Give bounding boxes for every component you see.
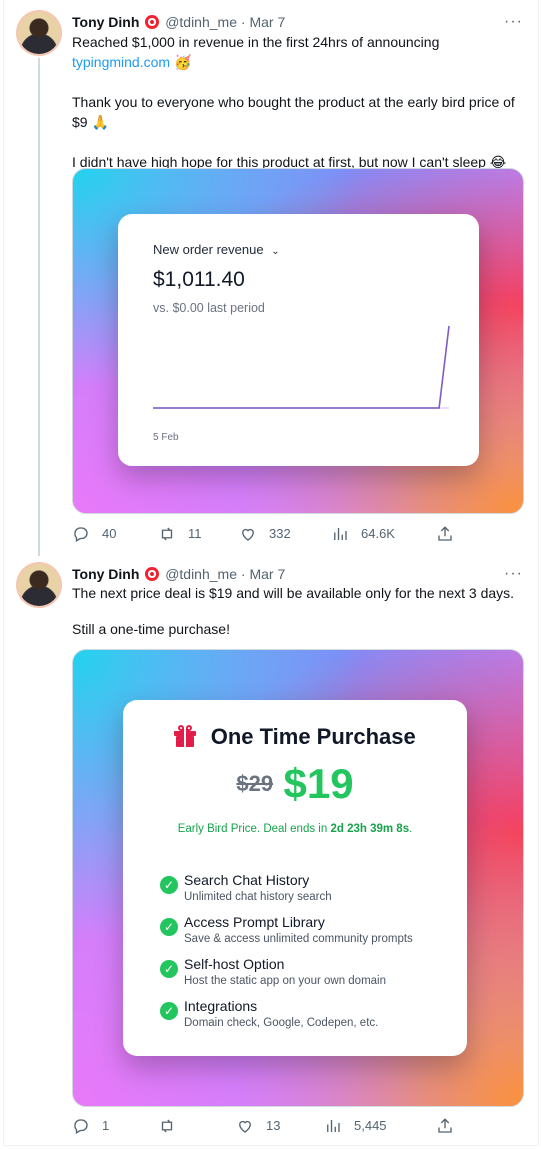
check-icon: ✓	[160, 960, 178, 978]
retweet-button[interactable]: 11	[158, 524, 202, 544]
retweet-count: 11	[188, 526, 202, 541]
thread-line	[38, 58, 40, 556]
separator: ·	[240, 14, 246, 30]
feature-desc: Unlimited chat history search	[184, 891, 332, 903]
views-button[interactable]: 5,445	[324, 1116, 387, 1136]
view-count: 64.6K	[361, 526, 395, 541]
more-icon[interactable]: ···	[504, 566, 523, 582]
like-count: 332	[269, 526, 291, 541]
author-handle[interactable]: @tdinh_me	[165, 566, 237, 582]
share-icon	[438, 1118, 452, 1133]
feature-desc: Save & access unlimited community prompt…	[184, 933, 413, 945]
tweet-actions: 1 13 5,445	[72, 1116, 524, 1136]
retweet-icon	[161, 527, 173, 541]
author-handle[interactable]: @tdinh_me	[165, 14, 237, 30]
dropdown-label: New order revenue	[153, 242, 264, 257]
tweet-line: The next price deal is $19 and will be a…	[72, 585, 515, 601]
share-button[interactable]	[436, 524, 454, 544]
tweet-line: Reached $1,000 in revenue in the first 2…	[72, 34, 440, 50]
author-name[interactable]: Tony Dinh	[72, 566, 139, 582]
avatar[interactable]	[18, 12, 60, 54]
reply-icon	[74, 527, 88, 542]
tweet-line: Thank you to everyone who bought the pro…	[72, 94, 515, 110]
views-chart-icon	[334, 528, 347, 540]
tweet-text: Reached $1,000 in revenue in the first 2…	[72, 32, 524, 172]
revenue-chart	[153, 325, 450, 409]
pricing-title-row: One Time Purchase	[123, 724, 467, 750]
tweet-line: typingmind.com 🥳	[72, 52, 524, 72]
feature-title: Self-host Option	[184, 956, 285, 972]
retweet-button[interactable]	[158, 1116, 188, 1136]
revenue-comparison: vs. $0.00 last period	[153, 301, 265, 315]
tweet-link[interactable]: typingmind.com	[72, 54, 170, 70]
share-icon	[438, 526, 452, 541]
tweet-1[interactable]: Tony Dinh @tdinh_me · Mar 7 ··· Reached …	[0, 0, 541, 556]
target-badge-icon	[145, 567, 160, 581]
price-row: $29 $19	[123, 760, 467, 808]
views-chart-icon	[327, 1120, 340, 1132]
x-tick-label: 5 Feb	[153, 432, 179, 443]
gift-icon	[174, 725, 197, 747]
feature-title: Search Chat History	[184, 872, 310, 888]
tweet-date[interactable]: Mar 7	[249, 14, 285, 30]
reply-button[interactable]: 1	[72, 1116, 109, 1136]
revenue-card: New order revenue ⌄ $1,011.40 vs. $0.00 …	[118, 214, 479, 466]
views-button[interactable]: 64.6K	[331, 524, 395, 544]
chevron-down-icon: ⌄	[271, 246, 280, 257]
pricing-card: One Time Purchase $29 $19 Early Bird Pri…	[123, 700, 467, 1056]
heart-icon	[239, 1120, 251, 1133]
tweet-line: Still a one-time purchase!	[72, 621, 230, 637]
pricing-title: One Time Purchase	[210, 724, 416, 749]
tweet-text: The next price deal is $19 and will be a…	[72, 583, 524, 639]
view-count: 5,445	[354, 1118, 387, 1133]
revenue-line	[153, 325, 450, 409]
party-emoji: 🥳	[173, 54, 192, 70]
tweet-media-image[interactable]: One Time Purchase $29 $19 Early Bird Pri…	[72, 649, 524, 1107]
tweet-actions: 40 11 332 64.6K	[72, 524, 524, 544]
feature-desc: Host the static app on your own domain	[184, 975, 387, 987]
more-icon[interactable]: ···	[504, 14, 523, 30]
deal-text: Early Bird Price. Deal ends in 2d 23h 39…	[123, 823, 467, 835]
heart-icon	[242, 528, 254, 541]
tweet-line: $9 🙏	[72, 114, 109, 130]
tweet-date[interactable]: Mar 7	[249, 566, 285, 582]
like-button[interactable]: 332	[239, 524, 291, 544]
tweet-media-image[interactable]: New order revenue ⌄ $1,011.40 vs. $0.00 …	[72, 168, 524, 514]
deal-countdown: 2d 23h 39m 8s	[330, 823, 410, 835]
revenue-amount: $1,011.40	[153, 268, 245, 291]
deal-suffix: .	[409, 823, 413, 835]
feature-title: Access Prompt Library	[184, 914, 325, 930]
reply-icon	[74, 1119, 88, 1134]
feature-desc: Domain check, Google, Codepen, etc.	[184, 1017, 379, 1029]
like-count: 13	[266, 1118, 281, 1133]
check-icon: ✓	[160, 1002, 178, 1020]
like-button[interactable]: 13	[236, 1116, 280, 1136]
tweet-header: Tony Dinh @tdinh_me · Mar 7	[72, 564, 285, 584]
old-price: $29	[236, 771, 274, 796]
reply-count: 1	[102, 1118, 110, 1133]
tweet-header: Tony Dinh @tdinh_me · Mar 7	[72, 12, 285, 32]
retweet-icon	[161, 1119, 173, 1133]
reply-button[interactable]: 40	[72, 524, 116, 544]
feature-title: Integrations	[184, 998, 258, 1014]
check-icon: ✓	[160, 876, 178, 894]
deal-prefix: Early Bird Price. Deal ends in	[177, 823, 331, 835]
check-icon: ✓	[160, 918, 178, 936]
separator: ·	[240, 566, 246, 582]
avatar[interactable]	[18, 564, 60, 606]
reply-count: 40	[102, 526, 117, 541]
target-badge-icon	[145, 15, 160, 29]
tweet-2[interactable]: Tony Dinh @tdinh_me · Mar 7 ··· The next…	[0, 556, 541, 1146]
share-button[interactable]	[436, 1116, 454, 1136]
author-name[interactable]: Tony Dinh	[72, 14, 139, 30]
new-price: $19	[283, 760, 354, 807]
revenue-dropdown[interactable]: New order revenue ⌄	[153, 242, 280, 257]
